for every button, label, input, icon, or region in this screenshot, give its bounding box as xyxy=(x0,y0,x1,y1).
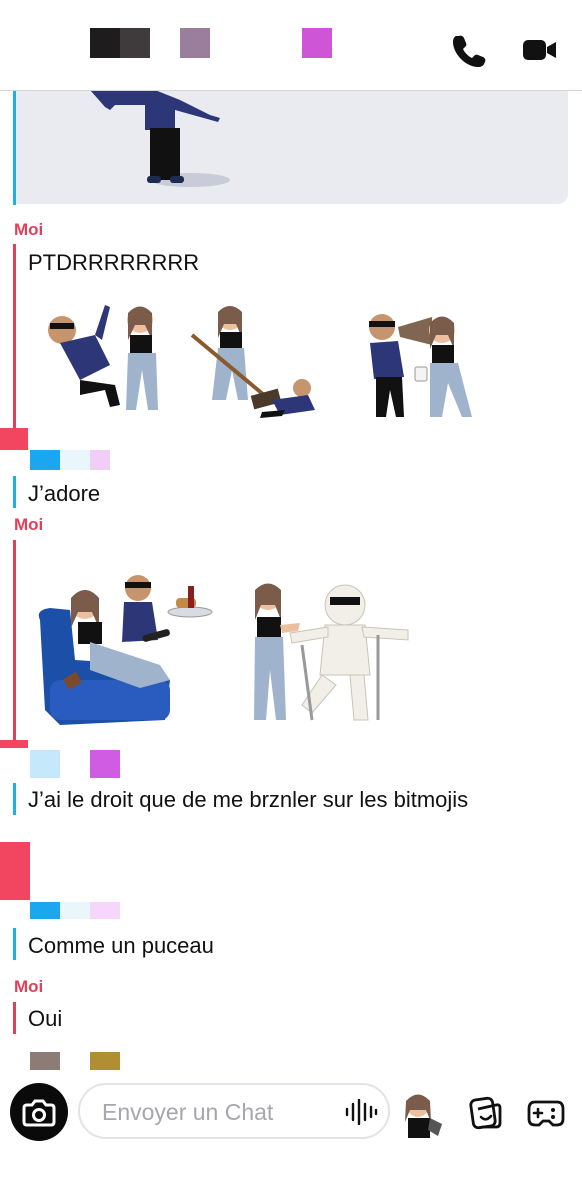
censor-block xyxy=(0,740,28,748)
bitmoji-sticker-broom[interactable] xyxy=(190,300,325,425)
message-text: Comme un puceau xyxy=(28,933,214,958)
censor-block xyxy=(90,450,110,470)
bitmoji-icon[interactable] xyxy=(398,1088,446,1140)
sender-label: Moi xyxy=(14,220,44,239)
friend-message-bar xyxy=(13,476,16,508)
censored-name-block xyxy=(302,28,332,58)
gamepad-icon[interactable] xyxy=(527,1097,565,1129)
censor-block xyxy=(90,750,120,778)
sender-label: Moi xyxy=(14,515,44,534)
my-message-bar xyxy=(13,540,16,740)
sender-label: Moi xyxy=(14,977,44,996)
censor-block xyxy=(60,450,90,470)
my-message-bar xyxy=(13,244,16,434)
bitmoji-sticker-fight[interactable] xyxy=(40,295,170,420)
video-camera-icon[interactable] xyxy=(522,32,558,68)
camera-icon xyxy=(22,1099,56,1127)
censor-block xyxy=(30,750,60,778)
censored-name-block xyxy=(90,28,120,58)
camera-button[interactable] xyxy=(10,1083,68,1141)
chat-input[interactable] xyxy=(100,1095,334,1129)
message-text: J’ai le droit que de me brznler sur les … xyxy=(28,787,469,812)
friend-message-bar xyxy=(13,928,16,960)
censor-block xyxy=(30,902,60,919)
censor-block xyxy=(30,450,60,470)
bitmoji-sticker-armchair[interactable] xyxy=(30,570,215,730)
censor-block xyxy=(0,842,30,900)
friend-message-bar xyxy=(13,783,16,815)
censor-block xyxy=(0,428,28,450)
censored-name-block xyxy=(120,28,150,58)
chat-input-container[interactable] xyxy=(78,1083,390,1139)
voice-waveform-icon[interactable] xyxy=(344,1099,378,1125)
bitmoji-sticker-mummy[interactable] xyxy=(240,575,420,730)
message-text: J’adore xyxy=(28,481,101,506)
sticker-icon[interactable] xyxy=(466,1095,502,1131)
message-text: PTDRRRRRRRR xyxy=(28,250,200,275)
censor-block xyxy=(60,902,90,919)
message-text: Oui xyxy=(28,1006,63,1031)
phone-icon[interactable] xyxy=(452,32,488,68)
chat-header xyxy=(0,0,582,91)
bitmoji-sticker-coffee[interactable] xyxy=(360,305,485,425)
censor-block xyxy=(90,902,120,919)
my-message-bar xyxy=(13,1002,16,1034)
censored-name-block xyxy=(180,28,210,58)
